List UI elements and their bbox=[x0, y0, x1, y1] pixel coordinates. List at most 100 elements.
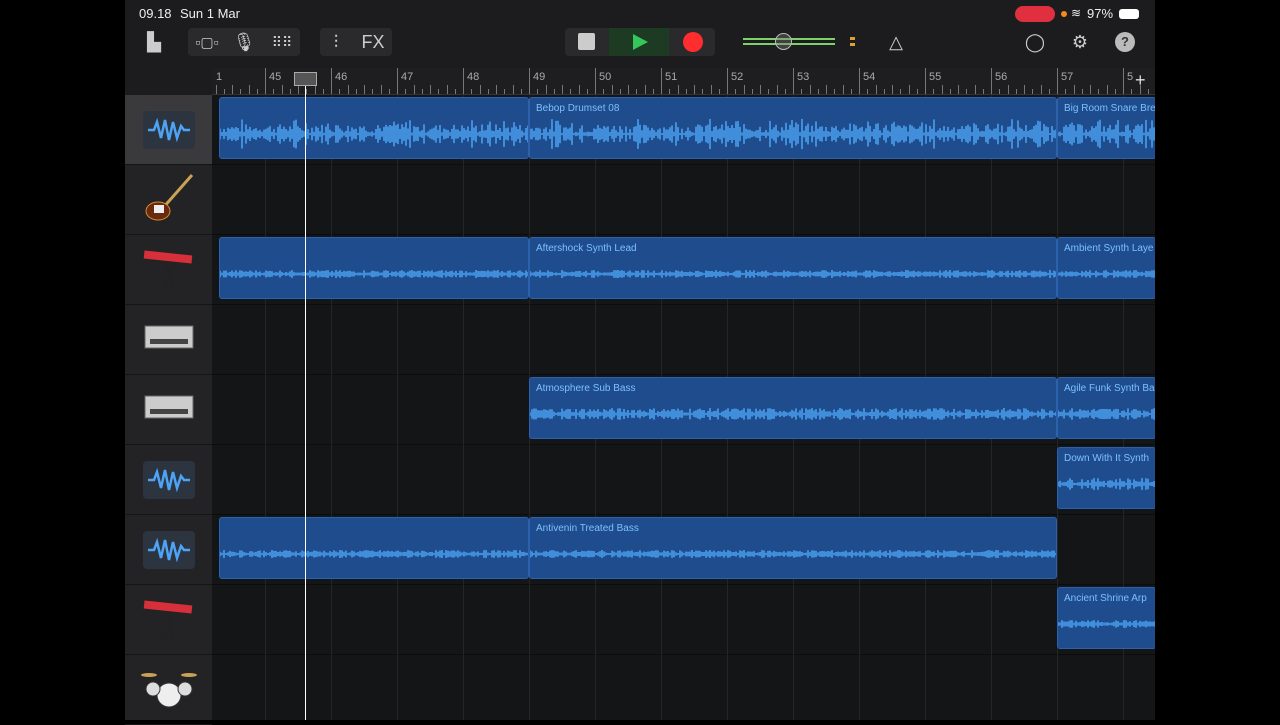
ruler-tick bbox=[834, 89, 836, 94]
ruler-tick bbox=[430, 85, 431, 94]
track-header[interactable] bbox=[125, 515, 212, 585]
audio-region[interactable]: Big Room Snare Bre bbox=[1057, 97, 1155, 159]
region-name: Ambient Synth Laye bbox=[1064, 243, 1154, 254]
audio-region[interactable]: Atmosphere Sub Bass bbox=[529, 377, 1057, 439]
track-header[interactable] bbox=[125, 655, 212, 725]
browser-view-icon[interactable]: ▫▢▫ bbox=[189, 28, 225, 56]
track-header[interactable] bbox=[125, 165, 212, 235]
ruler-tick bbox=[256, 89, 258, 94]
loop-browser-icon[interactable]: ◯ bbox=[1022, 28, 1048, 56]
help-icon[interactable]: ? bbox=[1115, 32, 1135, 52]
settings-icon[interactable]: ⚙ bbox=[1067, 28, 1093, 56]
audio-region[interactable]: Antivenin Treated Bass bbox=[529, 517, 1057, 579]
waveform bbox=[1058, 270, 1155, 278]
ruler-tick bbox=[215, 85, 217, 94]
ruler-tick bbox=[999, 89, 1001, 94]
ruler-tick bbox=[232, 85, 233, 94]
ruler-tick bbox=[702, 89, 704, 94]
waveform bbox=[219, 119, 528, 149]
timeline-ruler[interactable]: 1 45 46 47 48 49 50 51 52 53 54 55 56 57 5 bbox=[212, 68, 1155, 95]
electric-guitar-icon bbox=[142, 169, 196, 230]
ruler-tick bbox=[817, 89, 819, 94]
ruler-tick bbox=[1090, 85, 1091, 94]
ruler-tick bbox=[273, 89, 275, 94]
stop-button[interactable] bbox=[578, 33, 595, 50]
ruler-tick bbox=[1081, 89, 1083, 94]
audio-region[interactable] bbox=[218, 237, 529, 299]
ruler-tick bbox=[784, 89, 786, 94]
fx-button[interactable]: FX bbox=[357, 28, 389, 56]
track-header[interactable] bbox=[125, 95, 212, 165]
audio-region[interactable]: Bebop Drumset 08 bbox=[529, 97, 1057, 159]
track-header[interactable] bbox=[125, 235, 212, 305]
play-button[interactable] bbox=[609, 28, 669, 56]
audio-region[interactable]: Ambient Synth Laye bbox=[1057, 237, 1155, 299]
ruler-tick bbox=[751, 89, 753, 94]
track-header[interactable] bbox=[125, 585, 212, 655]
ruler-tick bbox=[809, 85, 811, 94]
audio-region[interactable] bbox=[218, 517, 529, 579]
playhead[interactable] bbox=[293, 72, 317, 720]
region-name: Aftershock Synth Lead bbox=[536, 243, 637, 254]
track-header[interactable] bbox=[125, 305, 212, 375]
audio-region[interactable]: Agile Funk Synth Ba bbox=[1057, 377, 1155, 439]
ruler-tick bbox=[669, 89, 671, 94]
ruler-tick bbox=[1024, 85, 1025, 94]
waveform bbox=[1058, 408, 1155, 420]
audio-region[interactable]: Down With It Synth bbox=[1057, 447, 1155, 509]
ruler-tick bbox=[974, 85, 976, 94]
waveform bbox=[219, 270, 528, 278]
track-lane[interactable] bbox=[212, 165, 1155, 235]
waveform bbox=[1058, 478, 1155, 490]
ruler-tick bbox=[248, 85, 250, 94]
track-lanes[interactable]: Bebop Drumset 08 Big Room Snare Bre Afters… bbox=[212, 95, 1155, 720]
bar-gridline bbox=[397, 95, 398, 720]
drum-kit-icon bbox=[140, 659, 197, 720]
mic-dot-icon bbox=[1061, 11, 1067, 17]
ruler-tick bbox=[421, 89, 423, 94]
my-songs-icon[interactable]: ▙ bbox=[143, 28, 165, 56]
ruler-tick bbox=[644, 85, 646, 94]
ruler-tick bbox=[240, 89, 242, 94]
ruler-tick bbox=[545, 85, 547, 94]
playhead-handle[interactable] bbox=[293, 72, 317, 86]
audio-region[interactable] bbox=[218, 97, 529, 159]
ruler-tick bbox=[314, 85, 316, 94]
mixer-icon[interactable]: ⫶ bbox=[323, 28, 349, 56]
ruler-tick bbox=[586, 89, 588, 94]
status-time: 09.18 bbox=[139, 6, 172, 21]
audio-waveform-icon bbox=[142, 530, 195, 569]
ruler-tick bbox=[1106, 85, 1108, 94]
ruler-tick bbox=[685, 89, 687, 94]
ruler-tick bbox=[446, 85, 448, 94]
track-lane[interactable] bbox=[212, 305, 1155, 375]
audio-waveform-icon bbox=[142, 460, 195, 499]
ruler-tick bbox=[496, 85, 497, 94]
record-button[interactable] bbox=[683, 32, 703, 52]
track-lane[interactable] bbox=[212, 655, 1155, 720]
add-section-button[interactable]: + bbox=[1135, 70, 1146, 91]
tracks-view-icon[interactable]: ⠿⠿ bbox=[265, 28, 299, 56]
track-header[interactable] bbox=[125, 445, 212, 515]
audio-region[interactable]: Aftershock Synth Lead bbox=[529, 237, 1057, 299]
ruler-tick bbox=[1007, 85, 1009, 94]
ruler-tick bbox=[380, 85, 382, 94]
ruler-tick bbox=[281, 85, 283, 94]
bar-number: 1 bbox=[216, 71, 223, 83]
metronome-icon[interactable]: △ bbox=[883, 28, 909, 56]
region-name: Bebop Drumset 08 bbox=[536, 103, 620, 114]
track-header[interactable] bbox=[125, 375, 212, 445]
audio-region[interactable]: Ancient Shrine Arp bbox=[1057, 587, 1155, 649]
ruler-tick bbox=[776, 85, 778, 94]
ruler-tick bbox=[916, 89, 918, 94]
bar-gridline bbox=[463, 95, 464, 720]
region-name: Ancient Shrine Arp bbox=[1064, 593, 1147, 604]
ruler-tick bbox=[1114, 89, 1116, 94]
waveform bbox=[1058, 119, 1155, 149]
track-lane[interactable] bbox=[212, 445, 1155, 515]
track-lane[interactable] bbox=[212, 585, 1155, 655]
microphone-icon[interactable]: 🎙 bbox=[229, 28, 259, 56]
screen-recording-indicator[interactable] bbox=[1015, 6, 1055, 22]
ruler-tick bbox=[892, 85, 893, 94]
volume-knob[interactable] bbox=[775, 33, 792, 50]
